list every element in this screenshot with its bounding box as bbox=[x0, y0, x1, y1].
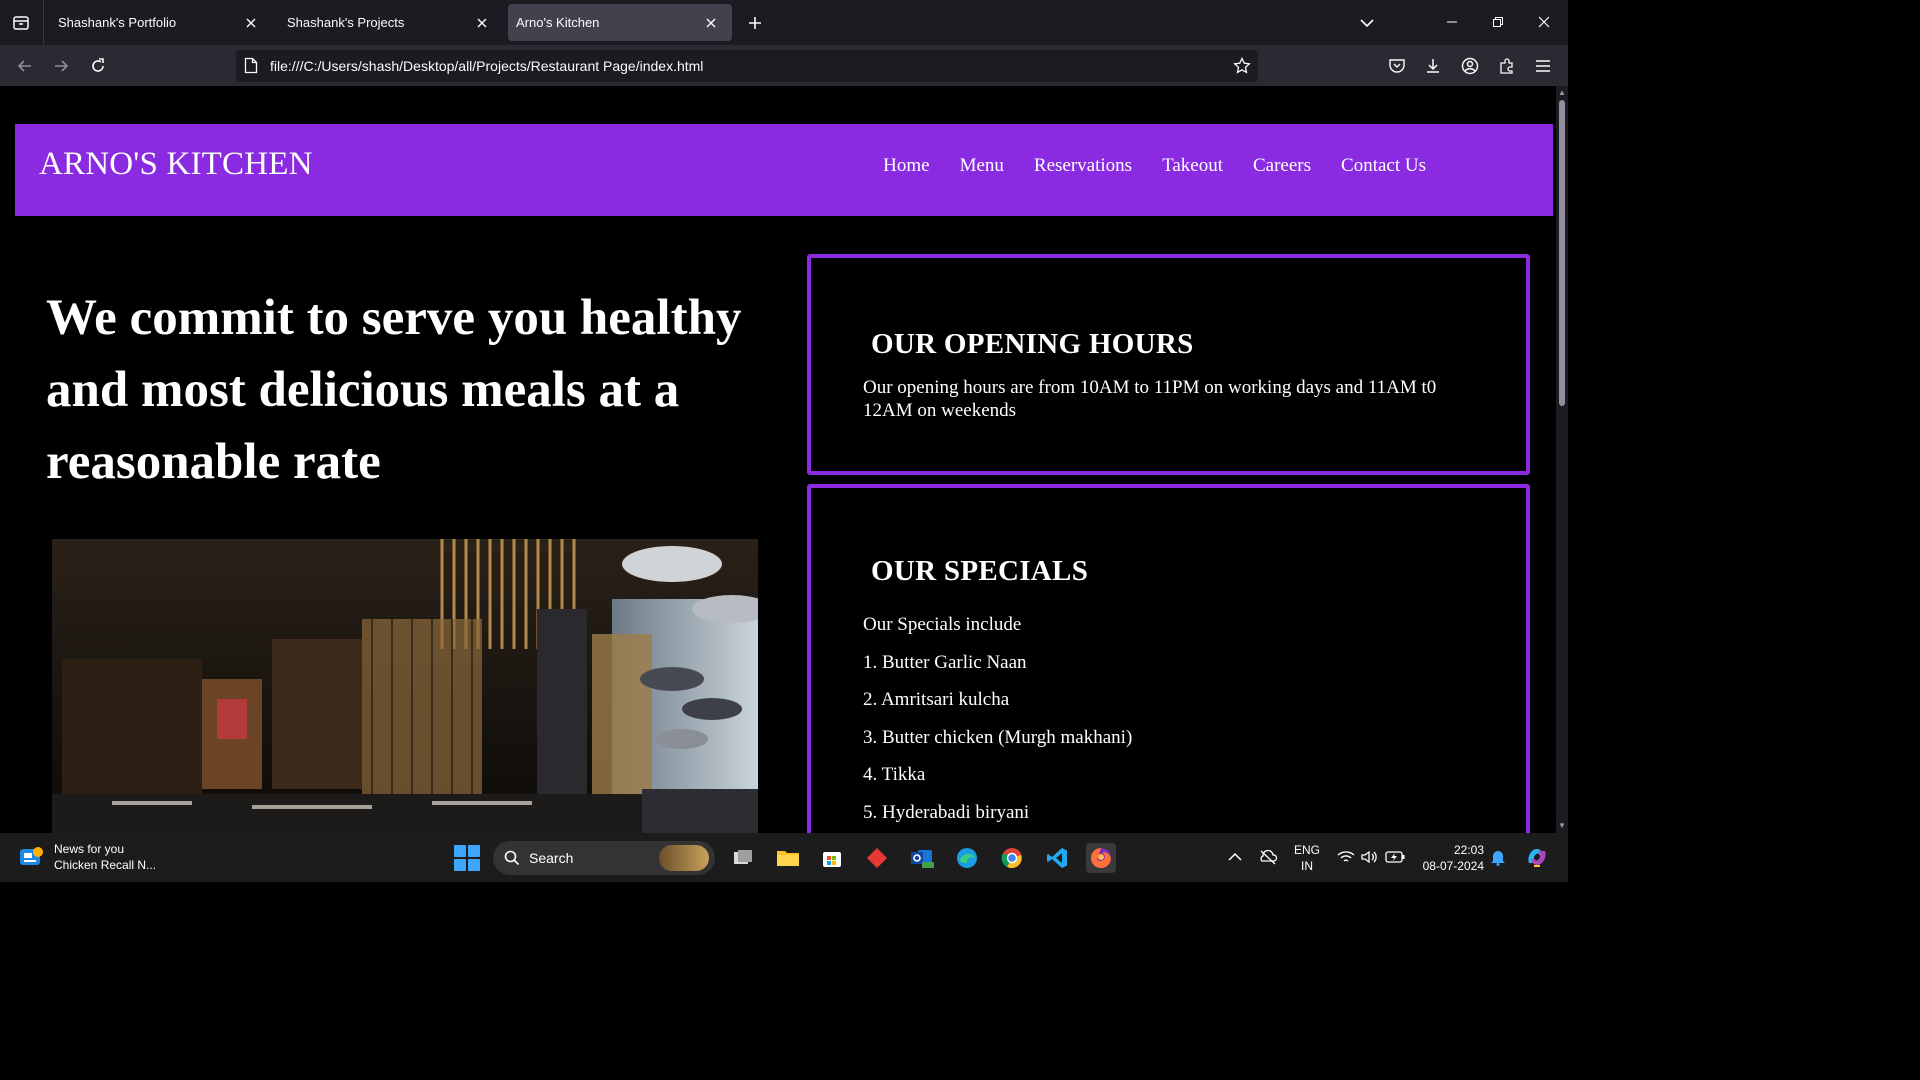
nav-link-contact-us[interactable]: Contact Us bbox=[1341, 155, 1426, 177]
site-nav: Home Menu Reservations Takeout Careers C… bbox=[883, 155, 1426, 177]
opening-hours-text: Our opening hours are from 10AM to 11PM … bbox=[863, 377, 1437, 421]
close-icon[interactable] bbox=[242, 14, 260, 32]
news-title: News for you bbox=[54, 842, 125, 856]
battery-charging-icon[interactable] bbox=[1385, 847, 1405, 867]
minimize-button[interactable] bbox=[1440, 10, 1464, 34]
clock-date: 08-07-2024 bbox=[1422, 859, 1484, 873]
windows-start-icon[interactable] bbox=[454, 845, 480, 871]
chrome-icon[interactable] bbox=[997, 843, 1027, 873]
outlook-icon[interactable] bbox=[907, 843, 937, 873]
reload-icon[interactable] bbox=[85, 53, 111, 79]
edge-icon[interactable] bbox=[952, 843, 982, 873]
url-text[interactable]: file:///C:/Users/shash/Desktop/all/Proje… bbox=[270, 58, 703, 74]
close-icon[interactable] bbox=[702, 14, 720, 32]
search-icon bbox=[504, 850, 520, 871]
volume-icon[interactable] bbox=[1360, 847, 1380, 867]
clock-time: 22:03 bbox=[1453, 843, 1484, 857]
tab-title: Arno's Kitchen bbox=[516, 15, 600, 30]
site-header: ARNO'S KITCHEN Home Menu Reservations Ta… bbox=[15, 124, 1553, 216]
specials-item: 2. Amritsari kulcha bbox=[863, 689, 1010, 711]
specials-item: 5. Hyderabadi biryani bbox=[863, 801, 1030, 823]
chevron-down-icon[interactable] bbox=[1356, 12, 1378, 34]
search-highlight-image bbox=[659, 845, 709, 871]
specials-title: OUR SPECIALS bbox=[871, 555, 1089, 587]
extensions-icon[interactable] bbox=[1495, 54, 1519, 78]
opening-hours-panel: OUR OPENING HOURS Our opening hours are … bbox=[807, 254, 1530, 475]
tab-projects[interactable]: Shashank's Projects bbox=[275, 4, 503, 41]
search-label: Search bbox=[529, 850, 574, 866]
windows-taskbar: News for you Chicken Recall N... Search bbox=[0, 833, 1568, 882]
news-widget[interactable]: News for you Chicken Recall N... bbox=[18, 841, 156, 873]
nav-link-menu[interactable]: Menu bbox=[960, 155, 1004, 177]
restaurant-interior-image bbox=[52, 539, 758, 833]
task-view-icon[interactable] bbox=[728, 843, 758, 873]
page-icon bbox=[244, 57, 258, 79]
tab-arnos-kitchen[interactable]: Arno's Kitchen bbox=[508, 4, 732, 41]
specials-list: Our Specials include 1. Butter Garlic Na… bbox=[863, 613, 1132, 833]
onedrive-offline-icon[interactable] bbox=[1258, 847, 1278, 867]
wifi-icon[interactable] bbox=[1336, 847, 1356, 867]
page-viewport: ARNO'S KITCHEN Home Menu Reservations Ta… bbox=[0, 86, 1556, 833]
language-code: ENG bbox=[1294, 843, 1321, 857]
close-window-button[interactable] bbox=[1532, 10, 1556, 34]
site-logo[interactable]: ARNO'S KITCHEN bbox=[39, 146, 313, 183]
news-icon bbox=[20, 847, 43, 865]
chevron-up-icon[interactable] bbox=[1225, 847, 1245, 867]
opening-hours-title: OUR OPENING HOURS bbox=[871, 328, 1194, 360]
tab-separator bbox=[43, 0, 44, 45]
scroll-up-arrow-icon[interactable]: ▲ bbox=[1557, 88, 1567, 98]
tab-list-icon[interactable] bbox=[8, 10, 34, 36]
nav-link-careers[interactable]: Careers bbox=[1253, 155, 1311, 177]
page-scrollbar[interactable]: ▲ ▼ bbox=[1556, 86, 1568, 833]
scroll-down-arrow-icon[interactable]: ▼ bbox=[1557, 821, 1567, 831]
firefox-icon[interactable] bbox=[1086, 843, 1116, 873]
menu-hamburger-icon[interactable] bbox=[1531, 54, 1555, 78]
nav-link-home[interactable]: Home bbox=[883, 155, 929, 177]
account-icon[interactable] bbox=[1458, 54, 1482, 78]
restore-button[interactable] bbox=[1486, 10, 1510, 34]
vscode-icon[interactable] bbox=[1042, 843, 1072, 873]
notification-bell-icon[interactable] bbox=[1488, 847, 1508, 867]
bookmark-star-icon[interactable] bbox=[1232, 56, 1252, 76]
pocket-icon[interactable] bbox=[1385, 54, 1409, 78]
tab-portfolio[interactable]: Shashank's Portfolio bbox=[46, 4, 272, 41]
url-bar[interactable]: file:///C:/Users/shash/Desktop/all/Proje… bbox=[236, 50, 1258, 82]
taskbar-search[interactable]: Search bbox=[493, 841, 715, 875]
close-icon[interactable] bbox=[473, 14, 491, 32]
specials-item: 1. Butter Garlic Naan bbox=[863, 651, 1027, 673]
specials-item: 4. Tikka bbox=[863, 764, 926, 786]
file-explorer-icon[interactable] bbox=[773, 843, 803, 873]
tab-title: Shashank's Portfolio bbox=[58, 15, 177, 30]
download-icon[interactable] bbox=[1421, 54, 1445, 78]
news-subtitle: Chicken Recall N... bbox=[54, 858, 157, 872]
app-red-diamond-icon[interactable] bbox=[862, 843, 892, 873]
tab-bar: Shashank's Portfolio Shashank's Projects… bbox=[0, 0, 1568, 45]
hero-headline: We commit to serve you healthy and most … bbox=[46, 290, 742, 490]
new-tab-button[interactable] bbox=[743, 11, 767, 35]
microsoft-store-icon[interactable] bbox=[817, 843, 847, 873]
nav-link-reservations[interactable]: Reservations bbox=[1034, 155, 1132, 177]
specials-intro: Our Specials include bbox=[863, 614, 1022, 635]
copilot-icon[interactable] bbox=[1524, 844, 1550, 870]
scrollbar-thumb[interactable] bbox=[1559, 100, 1565, 406]
region-code: IN bbox=[1301, 859, 1313, 873]
language-indicator[interactable]: ENG IN bbox=[1294, 842, 1320, 874]
specials-panel: OUR SPECIALS Our Specials include 1. But… bbox=[807, 484, 1530, 833]
back-arrow-icon[interactable] bbox=[12, 53, 38, 79]
nav-link-takeout[interactable]: Takeout bbox=[1162, 155, 1223, 177]
forward-arrow-icon[interactable] bbox=[48, 53, 74, 79]
tab-title: Shashank's Projects bbox=[287, 15, 405, 30]
specials-item: 3. Butter chicken (Murgh makhani) bbox=[863, 726, 1133, 748]
system-clock[interactable]: 22:03 08-07-2024 bbox=[1418, 842, 1484, 874]
